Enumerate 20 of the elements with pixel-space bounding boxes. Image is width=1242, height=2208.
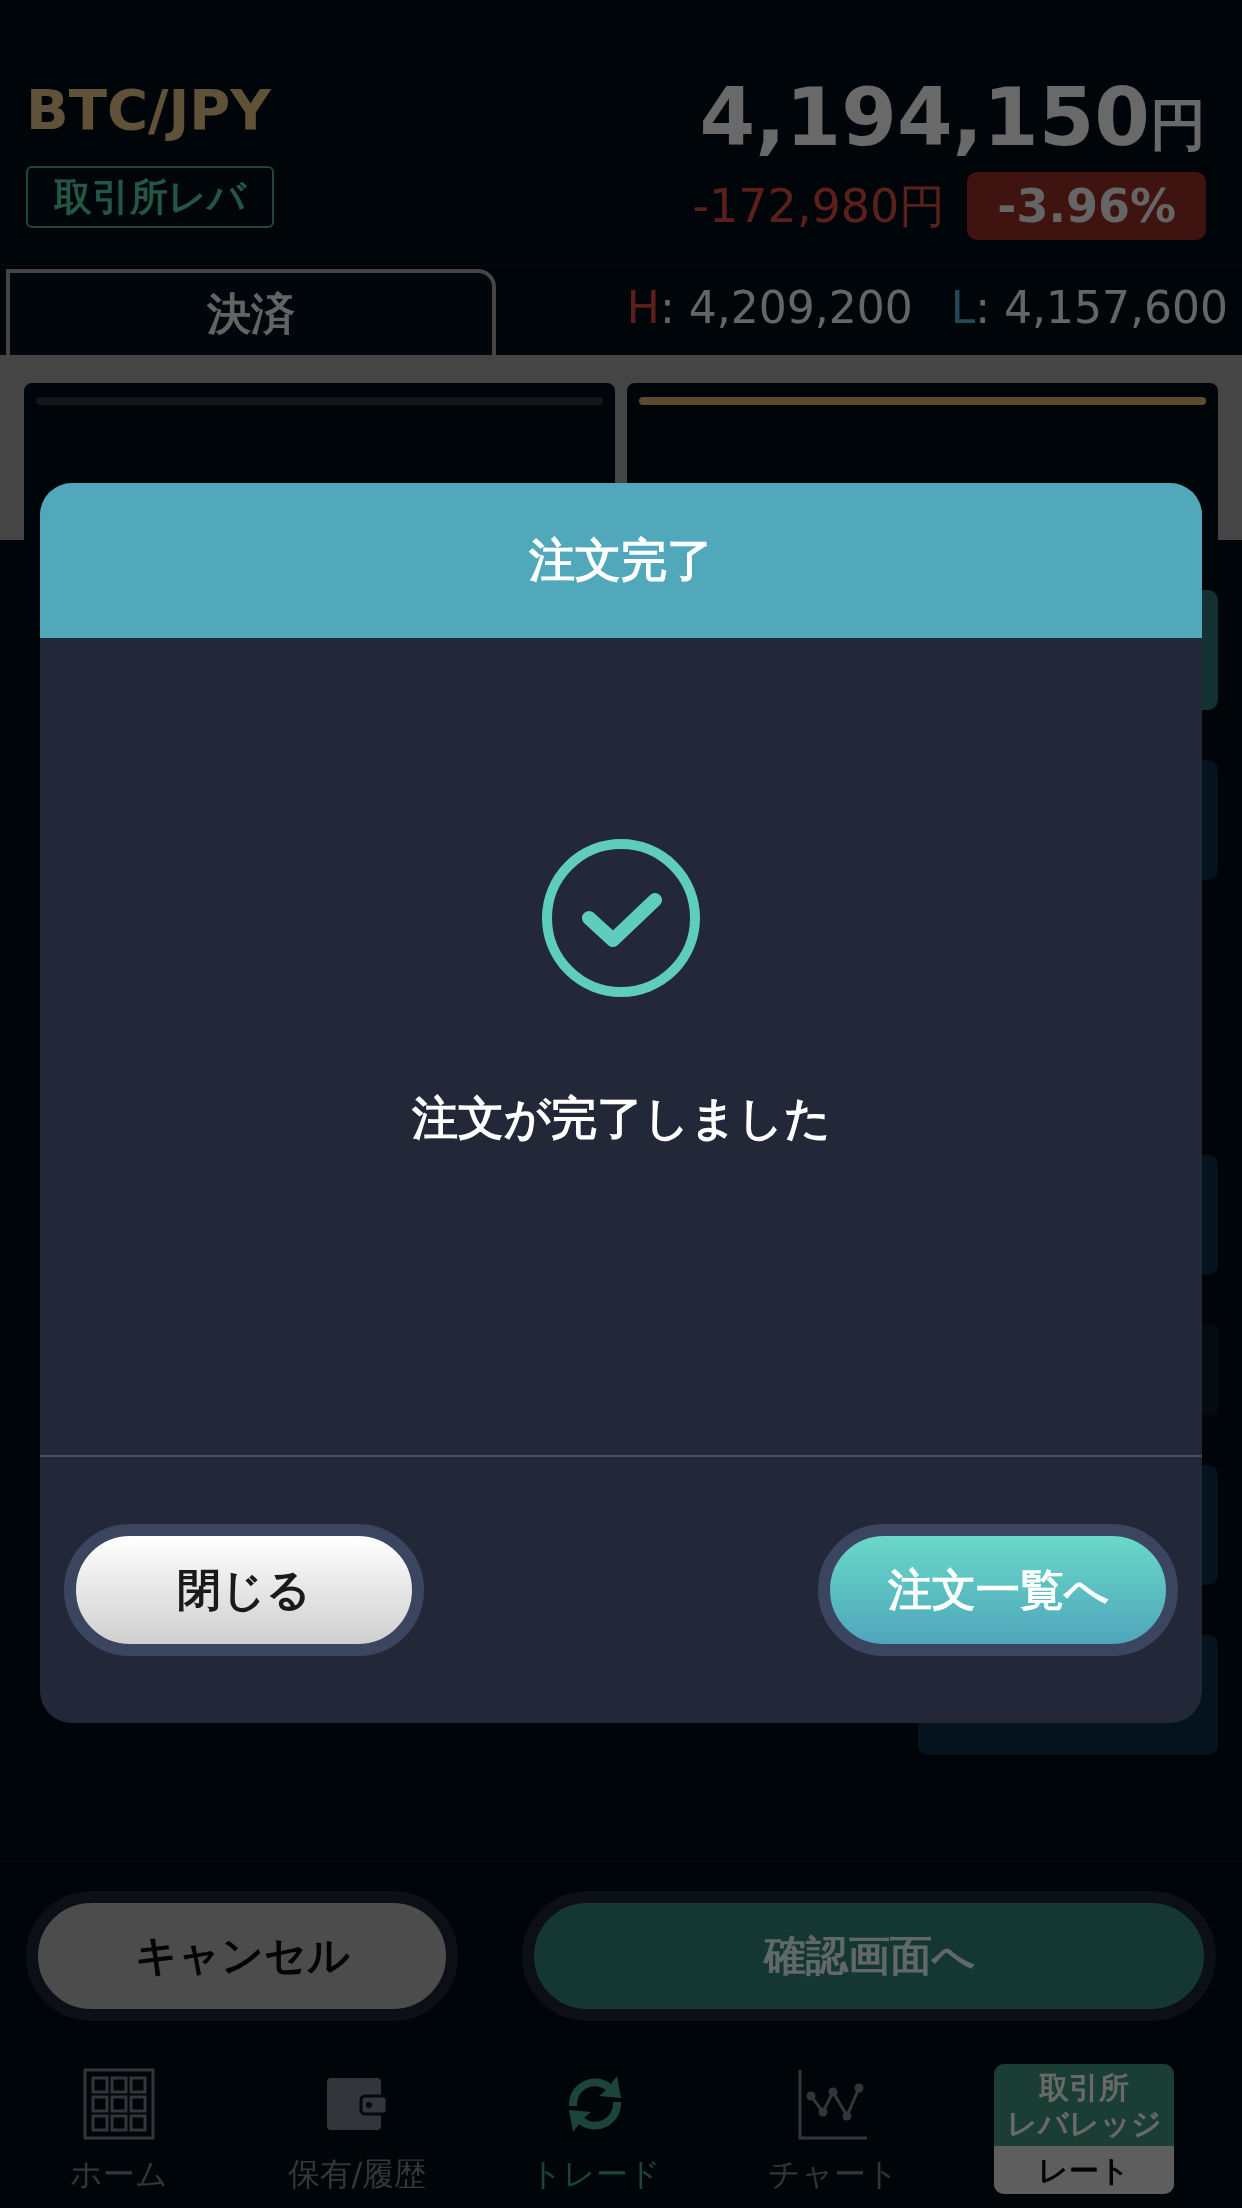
price: 4,194,150 [699,76,1150,160]
close-button[interactable]: 閉じる [64,1524,424,1656]
confirm-button[interactable]: 確認画面へ [522,1890,1216,2021]
high-price: H: 4,209,200 [626,281,913,335]
nav-item[interactable]: トレード [476,2064,714,2198]
grid-icon [83,2068,155,2140]
currency-pair: BTC/JPY [26,76,272,144]
cancel-button[interactable]: キャンセル [26,1890,458,2021]
line-chart-icon [797,2068,869,2140]
change-percent: -3.96% [967,172,1206,240]
mode-tile[interactable]: 取引所 レバレッジ レート [994,2064,1174,2194]
price-change: -172,980円 [692,178,946,235]
low-price: L: 4,157,600 [950,281,1228,335]
order-list-button[interactable]: 注文一覧へ [818,1524,1178,1656]
dialog-message: 注文が完了しました [411,1090,831,1147]
tab[interactable]: 決済 [6,269,496,355]
dialog-title: 注文完了 [529,532,713,589]
price-unit: 円 [1150,91,1206,159]
market-badge: 取引所レバ [26,166,274,228]
check-circle-icon [541,838,701,998]
